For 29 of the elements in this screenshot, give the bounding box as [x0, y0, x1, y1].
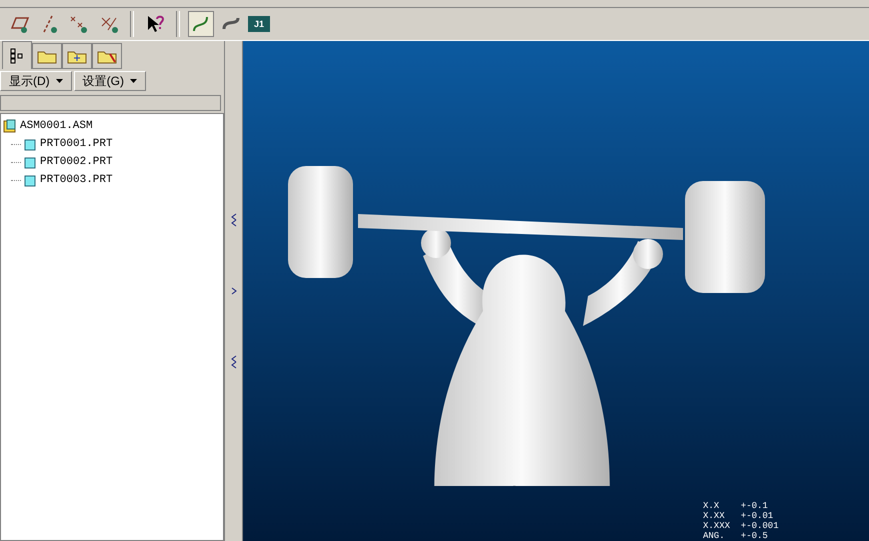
folder-tools-tab[interactable]	[92, 43, 122, 69]
tree-item[interactable]: PRT0001.PRT	[3, 135, 221, 153]
part-icon	[24, 174, 37, 186]
tree-view-icon	[10, 48, 24, 64]
collapse-left-icon	[230, 213, 236, 227]
datum-point-icon	[68, 14, 90, 34]
help-pointer-icon	[145, 14, 165, 34]
tree-item[interactable]: PRT0002.PRT	[3, 153, 221, 171]
tolerance-text: ANG. +-0.5	[703, 531, 769, 541]
curve-tool-button[interactable]	[188, 11, 214, 37]
part-icon	[24, 138, 37, 150]
tree-item[interactable]: ASM0001.ASM	[3, 117, 221, 135]
dropdown-menu-button[interactable]: 设置(G)	[74, 71, 146, 91]
caret-icon	[130, 79, 137, 83]
expand-right-icon	[230, 287, 236, 295]
tree-tab[interactable]	[2, 41, 32, 69]
assembly-icon	[3, 119, 17, 133]
collapse-left-icon	[230, 355, 236, 369]
curve-icon	[191, 14, 211, 34]
tree-item[interactable]: PRT0003.PRT	[3, 171, 221, 189]
part-icon	[24, 156, 37, 168]
star-folder-tab[interactable]	[62, 43, 92, 69]
tolerance-text: X.XXX +-0.001	[703, 521, 779, 531]
tolerance-text: X.X +-0.1	[703, 501, 769, 511]
caret-icon	[56, 79, 63, 83]
tag-button[interactable]: J1	[248, 16, 270, 32]
folders-tab[interactable]	[32, 43, 62, 69]
dropdown-menu-button[interactable]: 显示(D)	[0, 71, 72, 91]
tolerance-text: X.XX +-0.01	[703, 511, 774, 521]
